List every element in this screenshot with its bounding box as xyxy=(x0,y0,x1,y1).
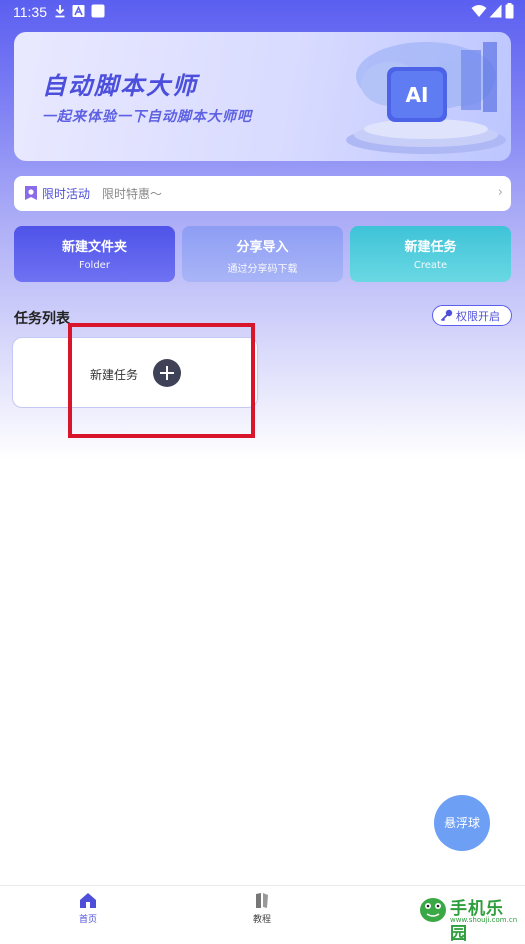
home-icon xyxy=(80,893,96,908)
nav-item-tutorial[interactable]: 教程 xyxy=(232,892,292,925)
new-folder-button[interactable]: 新建文件夹 Folder xyxy=(14,226,175,282)
permission-label: 权限开启 xyxy=(456,310,500,323)
watermark-url: www.shouji.com.cn xyxy=(450,916,518,924)
key-icon xyxy=(440,309,453,324)
limited-offer-bar[interactable]: 限时活动 限时特惠～ › xyxy=(14,176,511,211)
watermark-mascot-icon xyxy=(420,898,446,922)
new-folder-subtitle: Folder xyxy=(79,260,110,271)
status-bar: 11:35 xyxy=(0,0,525,24)
download-icon xyxy=(54,4,66,22)
battery-icon xyxy=(505,3,514,23)
new-task-action-button[interactable]: 新建任务 Create xyxy=(350,226,511,282)
gift-badge-icon xyxy=(23,185,39,201)
banner-title: 自动脚本大师 xyxy=(42,72,198,100)
share-import-subtitle: 通过分享码下载 xyxy=(227,264,298,275)
share-import-button[interactable]: 分享导入 通过分享码下载 xyxy=(182,226,343,282)
new-folder-title: 新建文件夹 xyxy=(61,240,127,255)
ai-cloud-illustration: AI xyxy=(346,42,506,154)
signal-icon xyxy=(489,4,502,22)
promo-label: 限时活动 xyxy=(42,187,91,201)
banner-subtitle: 一起来体验一下自动脚本大师吧 xyxy=(42,109,252,125)
nav-label-tutorial: 教程 xyxy=(252,915,271,925)
promo-text: 限时特惠～ xyxy=(102,187,163,201)
wifi-icon xyxy=(471,4,487,22)
square-notification-icon xyxy=(91,4,105,22)
promo-banner[interactable]: 自动脚本大师 一起来体验一下自动脚本大师吧 AI xyxy=(14,32,511,161)
watermark-logo: 手机乐园 www.shouji.com.cn xyxy=(418,892,518,944)
share-import-title: 分享导入 xyxy=(236,240,289,255)
permission-enable-button[interactable]: 权限开启 xyxy=(432,305,512,326)
book-icon xyxy=(256,893,268,908)
nav-label-home: 首页 xyxy=(78,915,97,925)
floating-ball-button[interactable]: 悬浮球 xyxy=(434,795,490,851)
new-task-action-subtitle: Create xyxy=(413,260,448,271)
highlight-box xyxy=(68,323,255,438)
status-time: 11:35 xyxy=(13,4,47,20)
banner-art-label: AI xyxy=(406,83,429,107)
app-notification-icon xyxy=(72,4,85,22)
chevron-right-icon: › xyxy=(497,185,503,200)
task-list-title: 任务列表 xyxy=(14,311,70,327)
new-task-action-title: 新建任务 xyxy=(404,240,457,255)
nav-item-home[interactable]: 首页 xyxy=(58,892,118,925)
